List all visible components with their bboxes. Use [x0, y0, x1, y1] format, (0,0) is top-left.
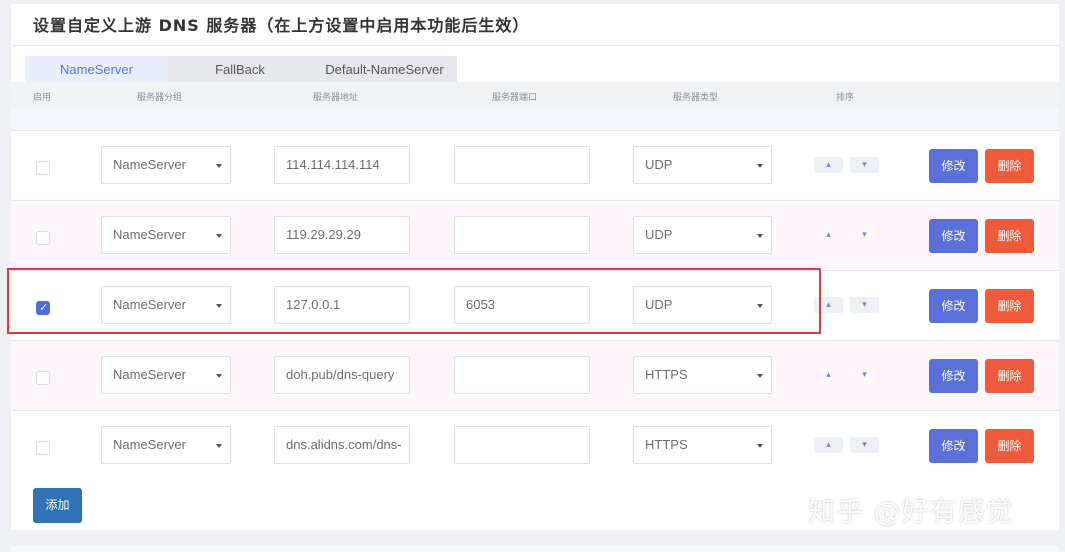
type-select[interactable]: HTTPS	[633, 356, 772, 394]
column-header-enabled: 启用	[33, 93, 52, 103]
group-select-value: NameServer	[113, 227, 186, 242]
enable-checkbox[interactable]	[36, 161, 50, 175]
edit-button[interactable]: 修改	[929, 429, 978, 463]
group-select-value: NameServer	[113, 367, 186, 382]
tab-nameserver[interactable]: NameServer	[25, 56, 168, 82]
edit-button[interactable]: 修改	[929, 289, 978, 323]
move-up-button[interactable]: ▴	[814, 157, 843, 173]
add-server-button[interactable]: 添加	[33, 488, 82, 523]
group-select[interactable]: NameServer	[101, 216, 231, 254]
table-header: 启用 服务器分组 服务器地址 服务器端口 服务器类型 排序	[11, 82, 1059, 109]
edit-button[interactable]: 修改	[929, 359, 978, 393]
highlight-box	[7, 268, 821, 334]
type-select-value: HTTPS	[645, 437, 688, 452]
port-input[interactable]	[454, 146, 590, 184]
delete-button[interactable]: 删除	[985, 219, 1034, 253]
group-select[interactable]: NameServer	[101, 146, 231, 184]
move-down-button[interactable]: ▾	[850, 367, 879, 383]
type-select-value: UDP	[645, 227, 673, 242]
move-down-button[interactable]: ▾	[850, 297, 879, 313]
move-down-button[interactable]: ▾	[850, 227, 879, 243]
type-select-value: UDP	[645, 157, 673, 172]
enable-checkbox[interactable]	[36, 441, 50, 455]
caret-down-icon	[216, 444, 222, 448]
caret-down-icon	[216, 234, 222, 238]
panel-title: 设置自定义上游 DNS 服务器（在上方设置中启用本功能后生效）	[33, 16, 530, 35]
address-input[interactable]: dns.alidns.com/dns-	[274, 426, 410, 464]
enable-checkbox[interactable]	[36, 231, 50, 245]
type-select[interactable]: UDP	[633, 146, 772, 184]
address-input[interactable]: 119.29.29.29	[274, 216, 410, 254]
column-header-address: 服务器地址	[313, 93, 359, 103]
caret-down-icon	[757, 444, 763, 448]
delete-button[interactable]: 删除	[985, 359, 1034, 393]
address-input[interactable]: 114.114.114.114	[274, 146, 410, 184]
enable-checkbox[interactable]	[36, 371, 50, 385]
table-row: NameServer 119.29.29.29 UDP ▴ ▾ 修改 删除	[11, 200, 1059, 270]
next-panel-edge	[11, 546, 1059, 552]
group-select[interactable]: NameServer	[101, 356, 231, 394]
move-up-button[interactable]: ▴	[814, 227, 843, 243]
port-input[interactable]	[454, 356, 590, 394]
column-header-group: 服务器分组	[137, 93, 183, 103]
watermark: 知乎 @好有感觉	[808, 497, 1014, 528]
table-row: NameServer dns.alidns.com/dns- HTTPS ▴ ▾…	[11, 410, 1059, 480]
column-header-port: 服务器端口	[492, 93, 538, 103]
table-row: NameServer doh.pub/dns-query HTTPS ▴ ▾ 修…	[11, 340, 1059, 410]
edit-button[interactable]: 修改	[929, 219, 978, 253]
delete-button[interactable]: 删除	[985, 289, 1034, 323]
delete-button[interactable]: 删除	[985, 149, 1034, 183]
caret-down-icon	[216, 374, 222, 378]
caret-down-icon	[757, 374, 763, 378]
group-select-value: NameServer	[113, 157, 186, 172]
column-header-sort: 排序	[836, 93, 855, 103]
group-select-value: NameServer	[113, 437, 186, 452]
table-spacer	[11, 109, 1059, 130]
type-select-value: HTTPS	[645, 367, 688, 382]
move-down-button[interactable]: ▾	[850, 157, 879, 173]
caret-down-icon	[216, 164, 222, 168]
column-header-type: 服务器类型	[673, 93, 719, 103]
port-input[interactable]	[454, 426, 590, 464]
move-down-button[interactable]: ▾	[850, 437, 879, 453]
tab-fallback[interactable]: FallBack	[168, 56, 312, 82]
edit-button[interactable]: 修改	[929, 149, 978, 183]
tab-default-nameserver[interactable]: Default-NameServer	[312, 56, 457, 82]
caret-down-icon	[757, 164, 763, 168]
delete-button[interactable]: 删除	[985, 429, 1034, 463]
dns-settings-panel: 设置自定义上游 DNS 服务器（在上方设置中启用本功能后生效） NameServ…	[11, 4, 1059, 530]
caret-down-icon	[757, 234, 763, 238]
address-input[interactable]: doh.pub/dns-query	[274, 356, 410, 394]
port-input[interactable]	[454, 216, 590, 254]
divider	[11, 45, 1059, 46]
type-select[interactable]: UDP	[633, 216, 772, 254]
table-row: NameServer 114.114.114.114 UDP ▴ ▾ 修改 删除	[11, 130, 1059, 200]
type-select[interactable]: HTTPS	[633, 426, 772, 464]
move-up-button[interactable]: ▴	[814, 367, 843, 383]
move-up-button[interactable]: ▴	[814, 437, 843, 453]
group-select[interactable]: NameServer	[101, 426, 231, 464]
